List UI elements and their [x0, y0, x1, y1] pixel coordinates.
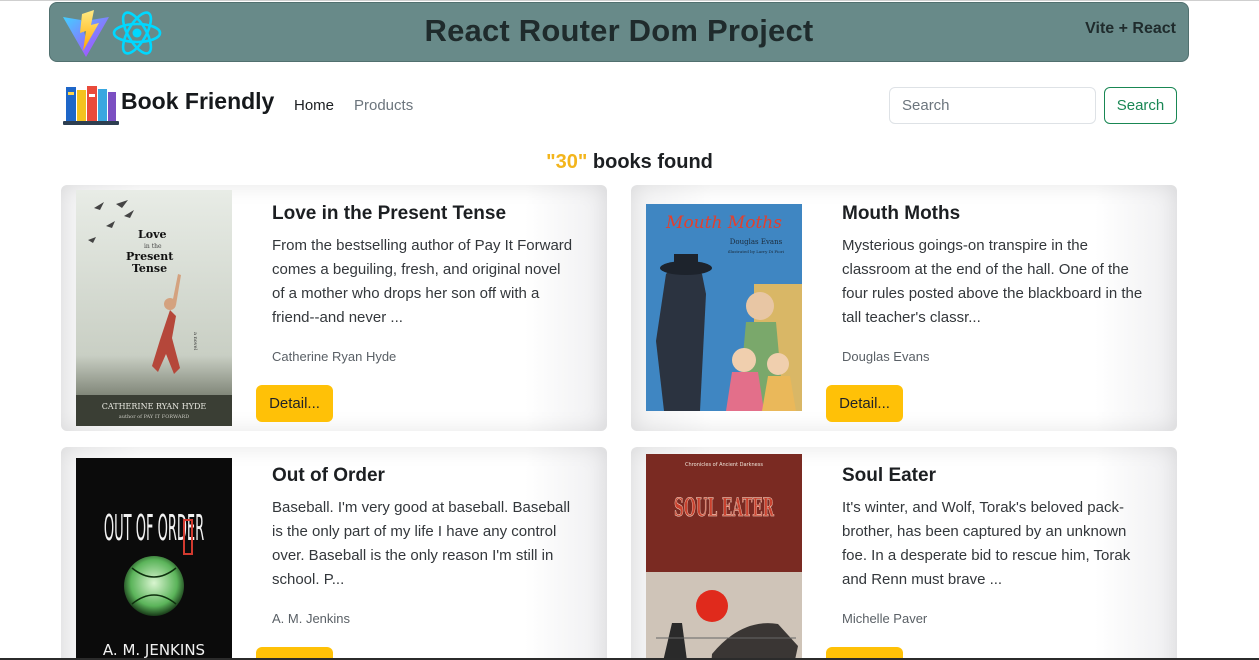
- book-description: It's winter, and Wolf, Torak's beloved p…: [842, 499, 1131, 588]
- search-button[interactable]: Search: [1104, 87, 1177, 124]
- book-author: Douglas Evans: [842, 349, 930, 364]
- detail-button[interactable]: Detail...: [256, 385, 333, 422]
- book-card: OUT OF ORDER A. M. JENKINS Out of Order …: [61, 447, 607, 660]
- book-author: A. M. Jenkins: [272, 611, 351, 626]
- book-cover: Love in the Present Tense a novel CATHER…: [76, 190, 232, 426]
- header-title: React Router Dom Project: [424, 13, 814, 48]
- nav-link-home[interactable]: Home: [294, 97, 334, 114]
- book-author: Catherine Ryan Hyde: [272, 349, 397, 364]
- cover-image-out-of-order: OUT OF ORDER A. M. JENKINS: [76, 458, 232, 660]
- cover-subtext: illustrated by Larry Di Fiori: [728, 249, 785, 254]
- book-description: Baseball. I'm very good at baseball. Bas…: [272, 499, 571, 588]
- results-count-heading: "30" books found: [0, 151, 1259, 174]
- cover-subtext: in the: [144, 243, 162, 250]
- cover-title-text: OUT OF ORDER: [104, 508, 204, 549]
- cover-title-text: Tense: [132, 262, 167, 275]
- book-card: Mouth Moths Douglas Evans illustrated by…: [631, 185, 1177, 431]
- results-count: "30": [546, 151, 588, 173]
- cover-image-mouth-moths: Mouth Moths Douglas Evans illustrated by…: [646, 204, 802, 411]
- book-title[interactable]: Soul Eater: [842, 465, 936, 487]
- cover-author-text: Douglas Evans: [730, 238, 783, 246]
- top-divider: [0, 0, 1259, 1]
- cover-author-text: A. M. JENKINS: [103, 641, 205, 659]
- book-title[interactable]: Out of Order: [272, 465, 385, 487]
- cover-subtext: a novel: [192, 332, 198, 351]
- cover-author-text: CATHERINE RYAN HYDE: [102, 402, 207, 411]
- book-cover: Chronicles of Ancient Darkness SOUL EATE…: [646, 454, 802, 660]
- cover-title-text: Love: [138, 228, 166, 241]
- book-cover: OUT OF ORDER A. M. JENKINS: [76, 458, 232, 660]
- cover-image-love-present-tense: Love in the Present Tense a novel CATHER…: [76, 190, 232, 426]
- header-subtitle: Vite + React: [1085, 20, 1176, 37]
- book-author: Michelle Paver: [842, 611, 928, 626]
- cover-subtext: author of PAY IT FORWARD: [119, 414, 189, 420]
- page: React Router Dom Project Vite + React Bo…: [0, 0, 1259, 660]
- book-description: Mysterious goings-on transpire in the cl…: [842, 237, 1143, 326]
- detail-button[interactable]: Detail...: [826, 385, 903, 422]
- book-title[interactable]: Mouth Moths: [842, 203, 960, 225]
- header-banner: React Router Dom Project Vite + React: [49, 2, 1189, 62]
- cover-subtext: Chronicles of Ancient Darkness: [685, 462, 763, 468]
- books-logo-icon: [63, 86, 119, 125]
- book-cover: Mouth Moths Douglas Evans illustrated by…: [646, 204, 802, 411]
- cover-image-soul-eater: Chronicles of Ancient Darkness SOUL EATE…: [646, 454, 802, 660]
- book-card: Chronicles of Ancient Darkness SOUL EATE…: [631, 447, 1177, 660]
- nav-link-products[interactable]: Products: [354, 97, 413, 114]
- book-description: From the bestselling author of Pay It Fo…: [272, 237, 573, 326]
- results-label: books found: [592, 151, 713, 173]
- book-title[interactable]: Love in the Present Tense: [272, 203, 506, 225]
- book-card: Love in the Present Tense a novel CATHER…: [61, 185, 607, 431]
- cover-title-text: SOUL EATER: [674, 493, 774, 522]
- search-input[interactable]: [889, 87, 1096, 124]
- cover-title-text: Mouth Moths: [665, 213, 782, 233]
- brand-name[interactable]: Book Friendly: [121, 88, 274, 115]
